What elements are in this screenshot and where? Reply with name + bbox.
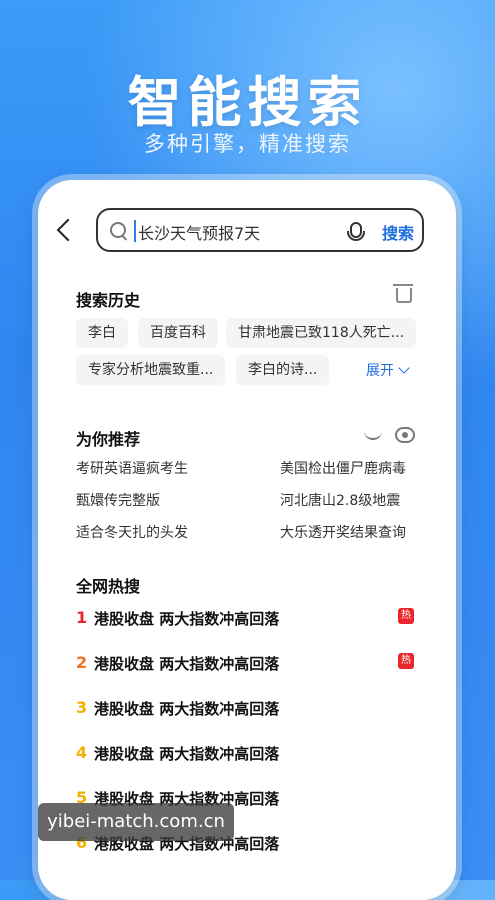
recommend-item[interactable]: 大乐透开奖结果查询 [280, 522, 406, 542]
hot-badge: 热 [398, 653, 414, 669]
hot-text: 港股收盘 两大指数冲高回落 [94, 700, 280, 718]
microphone-icon[interactable] [347, 222, 365, 241]
history-chip[interactable]: 百度百科 [138, 318, 218, 348]
hot-title: 全网热搜 [76, 577, 141, 596]
hot-row[interactable]: 1 港股收盘 两大指数冲高回落 热 [76, 604, 416, 634]
hot-text: 港股收盘 两大指数冲高回落 [94, 610, 280, 628]
back-icon[interactable] [56, 218, 80, 242]
recommend-title: 为你推荐 [76, 430, 141, 449]
hot-badge: 热 [398, 608, 414, 624]
trash-icon[interactable] [393, 284, 413, 303]
search-button[interactable]: 搜索 [382, 220, 414, 244]
search-input[interactable]: 长沙天气预报7天 [138, 220, 260, 244]
history-title: 搜索历史 [76, 291, 141, 310]
search-icon [110, 222, 126, 238]
recommend-item[interactable]: 适合冬天扎的头发 [76, 522, 188, 542]
history-chip[interactable]: 甘肃地震已致118人死亡... [226, 318, 417, 348]
history-chip[interactable]: 李白的诗... [236, 355, 330, 385]
hero-title: 智能搜索 [127, 71, 368, 134]
hot-text: 港股收盘 两大指数冲高回落 [94, 655, 280, 673]
hot-rank: 1 [76, 608, 88, 627]
expand-button[interactable]: 展开 [366, 360, 410, 380]
eye-closed-icon[interactable] [364, 430, 382, 440]
watermark: yibei-match.com.cn [38, 803, 234, 841]
hot-rank: 4 [76, 743, 88, 762]
hero-subtitle: 多种引擎，精准搜索 [144, 132, 351, 156]
hot-row[interactable]: 2 港股收盘 两大指数冲高回落 热 [76, 649, 416, 679]
expand-label: 展开 [366, 363, 394, 379]
recommend-item[interactable]: 河北唐山2.8级地震 [280, 490, 400, 510]
eye-icon[interactable] [395, 427, 415, 443]
hot-rank: 2 [76, 653, 88, 672]
history-chip[interactable]: 李白 [76, 318, 128, 348]
hot-row[interactable]: 4 港股收盘 两大指数冲高回落 [76, 739, 416, 769]
hot-rank: 3 [76, 698, 88, 717]
recommend-item[interactable]: 甄嬛传完整版 [76, 490, 160, 510]
hot-text: 港股收盘 两大指数冲高回落 [94, 745, 280, 763]
hot-row[interactable]: 3 港股收盘 两大指数冲高回落 [76, 694, 416, 724]
phone-frame: 长沙天气预报7天 搜索 搜索历史 李白 百度百科 甘肃地震已致118人死亡...… [38, 180, 456, 900]
chevron-down-icon [398, 362, 410, 374]
recommend-item[interactable]: 美国检出僵尸鹿病毒 [280, 458, 406, 478]
text-cursor [134, 220, 136, 242]
history-chip[interactable]: 专家分析地震致重... [76, 355, 226, 385]
recommend-item[interactable]: 考研英语逼疯考生 [76, 458, 188, 478]
search-box[interactable]: 长沙天气预报7天 搜索 [96, 208, 424, 252]
